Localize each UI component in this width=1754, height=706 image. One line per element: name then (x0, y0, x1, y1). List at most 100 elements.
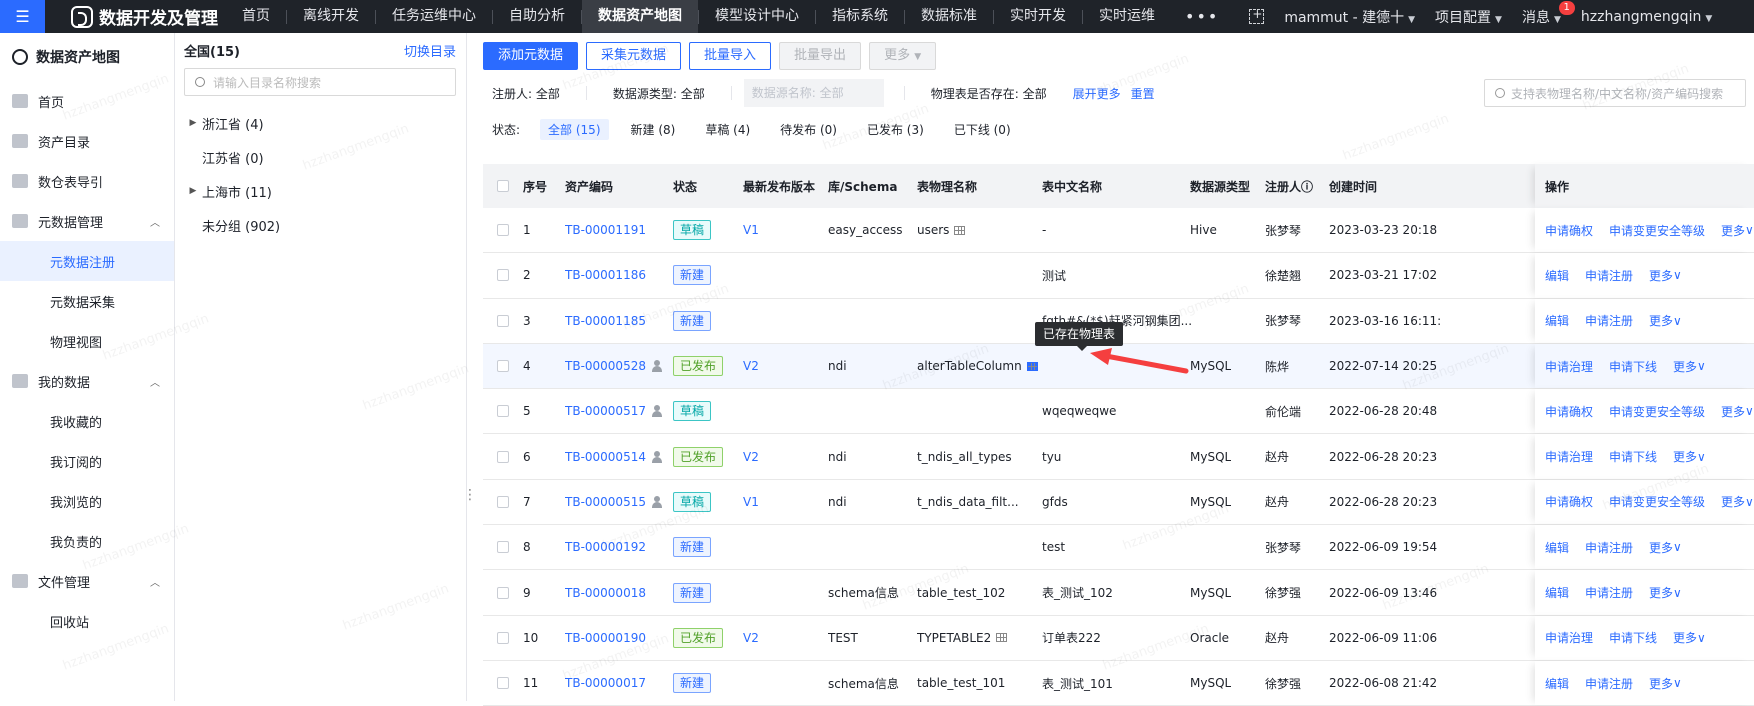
sidebar-subitem[interactable]: 我收藏的 (0, 401, 174, 441)
action-link[interactable]: 申请下线 (1609, 629, 1657, 646)
action-link[interactable]: 申请治理 (1545, 629, 1593, 646)
batch-export-button[interactable]: 批量导出 (779, 42, 862, 70)
sidebar-item[interactable]: 首页 (0, 81, 174, 121)
action-link[interactable]: 编辑 (1545, 539, 1569, 556)
caret-right-icon[interactable]: ▶ (176, 186, 202, 196)
user-menu[interactable]: hzzhangmengqin ▼ (1571, 9, 1722, 25)
sidebar-subitem[interactable]: 元数据采集 (0, 281, 174, 321)
asset-code-link[interactable]: TB-00000528 (565, 359, 646, 373)
action-link[interactable]: 申请下线 (1609, 358, 1657, 375)
nav-item[interactable]: 指标系统 (816, 0, 904, 33)
version-link[interactable]: V1 (743, 223, 759, 237)
row-checkbox[interactable] (497, 269, 509, 282)
nav-more-icon[interactable]: ••• (1171, 7, 1233, 26)
row-checkbox[interactable] (497, 314, 509, 327)
more-actions-link[interactable]: 更多 (1721, 222, 1745, 239)
physical-exists-filter[interactable]: 物理表是否存在: 全部 (931, 85, 1047, 102)
version-link[interactable]: V2 (743, 631, 759, 645)
asset-code-link[interactable]: TB-00001191 (565, 223, 646, 237)
action-link[interactable]: 申请治理 (1545, 358, 1593, 375)
switch-directory-link[interactable]: 切换目录 (404, 41, 456, 60)
sidebar-item[interactable]: 文件管理 ︿ (0, 561, 174, 601)
status-tab[interactable]: 已发布 (3) (859, 119, 932, 140)
tree-node[interactable]: 未分组 (902) (176, 208, 466, 242)
row-checkbox[interactable] (497, 541, 509, 554)
sidebar-subitem[interactable]: 我订阅的 (0, 441, 174, 481)
status-tab[interactable]: 已下线 (0) (946, 119, 1019, 140)
row-checkbox[interactable] (497, 405, 509, 418)
asset-code-link[interactable]: TB-00000517 (565, 404, 646, 418)
nav-item[interactable]: 模型设计中心 (699, 0, 815, 33)
action-link[interactable]: 编辑 (1545, 584, 1569, 601)
more-actions-button[interactable]: 更多 ▼ (869, 42, 937, 70)
action-link[interactable]: 申请变更安全等级 (1609, 222, 1705, 239)
action-link[interactable]: 申请注册 (1585, 267, 1633, 284)
sidebar-subitem[interactable]: 我浏览的 (0, 481, 174, 521)
action-link[interactable]: 申请注册 (1585, 675, 1633, 692)
registrant-filter[interactable]: 注册人: 全部 (492, 85, 560, 102)
row-checkbox[interactable] (497, 586, 509, 599)
more-actions-link[interactable]: 更多 (1721, 493, 1745, 510)
nav-item[interactable]: 自助分析 (493, 0, 581, 33)
action-link[interactable]: 编辑 (1545, 312, 1569, 329)
action-link[interactable]: 申请下线 (1609, 448, 1657, 465)
action-link[interactable]: 申请确权 (1545, 493, 1593, 510)
add-metadata-button[interactable]: 添加元数据 (483, 42, 579, 70)
action-link[interactable]: 申请变更安全等级 (1609, 403, 1705, 420)
table-search-input[interactable]: 支持表物理名称/中文名称/资产编码搜索 (1484, 79, 1746, 107)
menu-icon[interactable]: ☰ (0, 0, 45, 33)
tree-node[interactable]: ▶ 浙江省 (4) (176, 106, 466, 140)
action-link[interactable]: 申请确权 (1545, 222, 1593, 239)
nav-item[interactable]: 实时运维 (1083, 0, 1171, 33)
asset-code-link[interactable]: TB-00000515 (565, 495, 646, 509)
version-link[interactable]: V1 (743, 495, 759, 509)
more-actions-link[interactable]: 更多 (1673, 629, 1697, 646)
sidebar-item[interactable]: 数仓表导引 (0, 161, 174, 201)
more-actions-link[interactable]: 更多 (1673, 358, 1697, 375)
nav-item[interactable]: 首页 (226, 0, 286, 33)
nav-item[interactable]: 离线开发 (287, 0, 375, 33)
caret-right-icon[interactable]: ▶ (176, 118, 202, 128)
sidebar-item[interactable]: 资产目录 (0, 121, 174, 161)
table-icon[interactable] (996, 633, 1008, 643)
asset-code-link[interactable]: TB-00000018 (565, 586, 646, 600)
action-link[interactable]: 申请变更安全等级 (1609, 493, 1705, 510)
asset-code-link[interactable]: TB-00000190 (565, 631, 646, 645)
sidebar-item[interactable]: 元数据管理 ︿ (0, 201, 174, 241)
action-link[interactable]: 申请确权 (1545, 403, 1593, 420)
more-actions-link[interactable]: 更多 (1649, 312, 1673, 329)
more-actions-link[interactable]: 更多 (1649, 267, 1673, 284)
status-tab[interactable]: 全部 (15) (540, 119, 609, 140)
source-type-filter[interactable]: 数据源类型: 全部 (613, 85, 705, 102)
asset-code-link[interactable]: TB-00000514 (565, 450, 646, 464)
row-checkbox[interactable] (497, 631, 509, 644)
help-icon[interactable]: ⓘ (1301, 178, 1313, 195)
batch-import-button[interactable]: 批量导入 (689, 42, 772, 70)
version-link[interactable]: V2 (743, 359, 759, 373)
sidebar-subitem[interactable]: 元数据注册 (0, 241, 174, 281)
asset-code-link[interactable]: TB-00000192 (565, 540, 646, 554)
status-tab[interactable]: 草稿 (4) (697, 119, 758, 140)
row-checkbox[interactable] (497, 360, 509, 373)
tree-node[interactable]: ▶ 上海市 (11) (176, 174, 466, 208)
more-actions-link[interactable]: 更多 (1721, 403, 1745, 420)
asset-code-link[interactable]: TB-00001185 (565, 314, 646, 328)
nav-item[interactable]: 实时开发 (994, 0, 1082, 33)
messages-menu[interactable]: 消息 1 ▼ (1512, 0, 1575, 27)
more-actions-link[interactable]: 更多 (1649, 539, 1673, 556)
asset-code-link[interactable]: TB-00001186 (565, 268, 646, 282)
more-actions-link[interactable]: 更多 (1649, 675, 1673, 692)
brand[interactable]: 数据开发及管理 (45, 0, 226, 33)
row-checkbox[interactable] (497, 450, 509, 463)
tree-search-input[interactable]: 请输入目录名称搜索 (184, 68, 456, 96)
action-link[interactable]: 申请注册 (1585, 584, 1633, 601)
project-selector[interactable]: mammut - 建德十 ▼ (1274, 7, 1425, 27)
action-link[interactable]: 编辑 (1545, 267, 1569, 284)
source-name-filter[interactable]: 数据源名称: 全部 (743, 79, 884, 107)
nav-item[interactable]: 任务运维中心 (376, 0, 492, 33)
action-link[interactable]: 申请注册 (1585, 312, 1633, 329)
row-checkbox[interactable] (497, 224, 509, 237)
table-icon[interactable] (1026, 361, 1038, 371)
row-checkbox[interactable] (497, 677, 509, 690)
table-icon[interactable] (954, 225, 966, 235)
